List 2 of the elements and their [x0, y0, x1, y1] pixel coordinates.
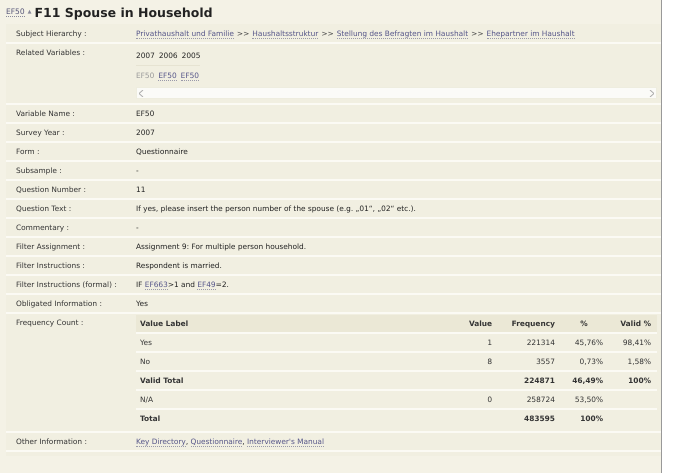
horizontal-scrollbar[interactable] [136, 87, 657, 99]
page-title: F11 Spouse in Household [34, 4, 213, 20]
